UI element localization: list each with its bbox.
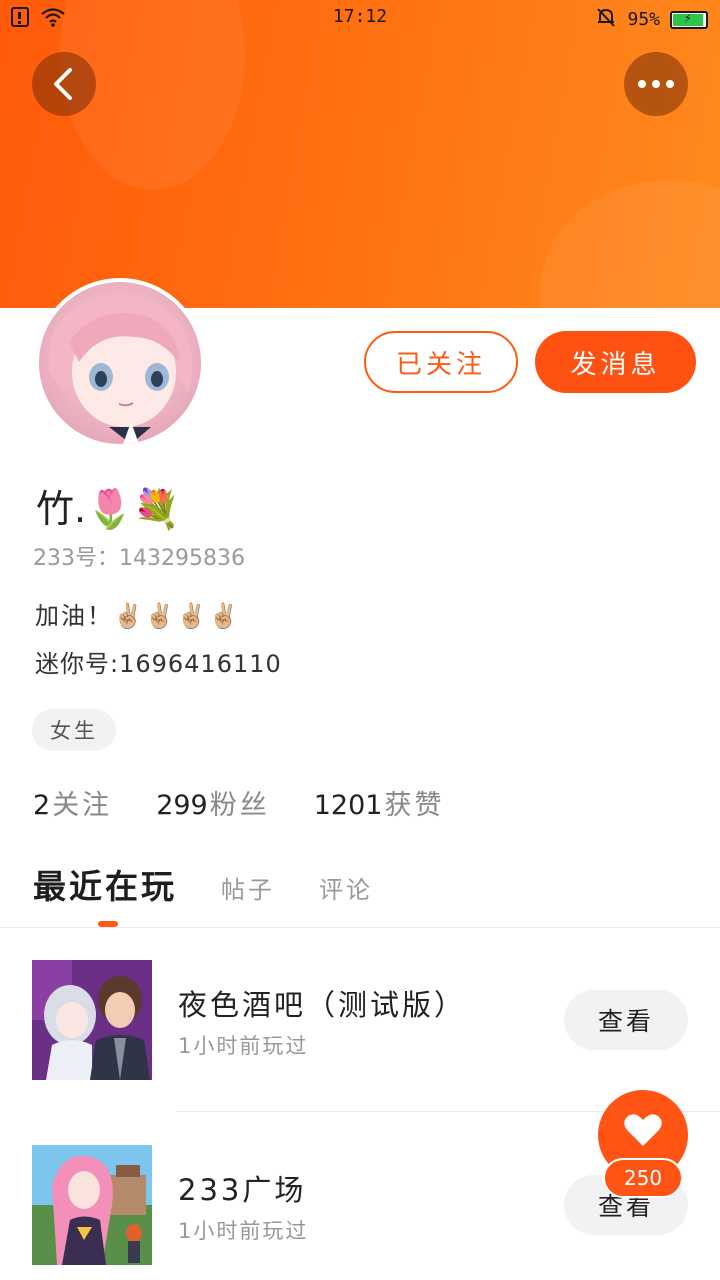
battery-percent: 95%	[627, 9, 660, 30]
profile-bio: 加油！✌🏼✌🏼✌🏼✌🏼	[35, 602, 241, 630]
game-list-item[interactable]: 夜色酒吧（测试版） 1小时前玩过 查看	[0, 960, 720, 1100]
like-count-badge: 250	[603, 1158, 683, 1198]
game-last-played: 1小时前玩过	[178, 1219, 309, 1243]
avatar[interactable]	[35, 278, 205, 448]
stat-value: 1201	[313, 790, 383, 821]
profile-uid: 233号：143295836	[33, 546, 245, 571]
game-thumbnail	[32, 1145, 152, 1265]
game-thumbnail	[32, 960, 152, 1080]
mute-bell-icon	[595, 6, 617, 33]
banner-decoration	[540, 180, 720, 308]
stat-fans[interactable]: 299粉丝	[156, 783, 270, 822]
tab-posts[interactable]: 帖子	[221, 870, 275, 905]
battery-icon: ⚡	[670, 10, 708, 29]
game-title: 233广场	[178, 1173, 307, 1207]
profile-stats: 2关注 299粉丝 1201获赞	[33, 783, 444, 822]
profile-mini-id: 迷你号:1696416110	[35, 650, 282, 678]
more-dots-icon	[638, 80, 674, 88]
game-title: 夜色酒吧（测试版）	[178, 988, 467, 1022]
avatar-illustration	[48, 294, 193, 444]
game-last-played: 1小时前玩过	[178, 1034, 309, 1058]
following-button[interactable]: 已关注	[364, 331, 518, 393]
stat-label: 关注	[52, 790, 113, 821]
gender-tag: 女生	[32, 709, 116, 751]
more-options-button[interactable]	[624, 52, 688, 116]
status-bar: 17:12 95% ⚡	[0, 0, 720, 34]
send-message-button[interactable]: 发消息	[535, 331, 696, 393]
view-game-button[interactable]: 查看	[564, 990, 688, 1050]
divider	[0, 927, 720, 928]
tab-comments[interactable]: 评论	[319, 870, 373, 905]
content-tabs: 最近在玩 帖子 评论	[33, 860, 417, 908]
heart-icon	[624, 1114, 662, 1146]
stat-label: 获赞	[384, 790, 445, 821]
profile-name: 竹.🌷💐	[36, 487, 181, 531]
stat-likes[interactable]: 1201获赞	[314, 783, 445, 822]
stat-value: 299	[156, 790, 208, 821]
chevron-left-icon	[54, 68, 72, 100]
stat-value: 2	[33, 790, 51, 821]
back-button[interactable]	[32, 52, 96, 116]
profile-header-banner: 17:12 95% ⚡	[0, 0, 720, 308]
stat-label: 粉丝	[209, 790, 270, 821]
stat-following[interactable]: 2关注	[33, 783, 112, 822]
tab-recently-played[interactable]: 最近在玩	[33, 860, 177, 908]
charging-icon: ⚡	[684, 10, 692, 26]
